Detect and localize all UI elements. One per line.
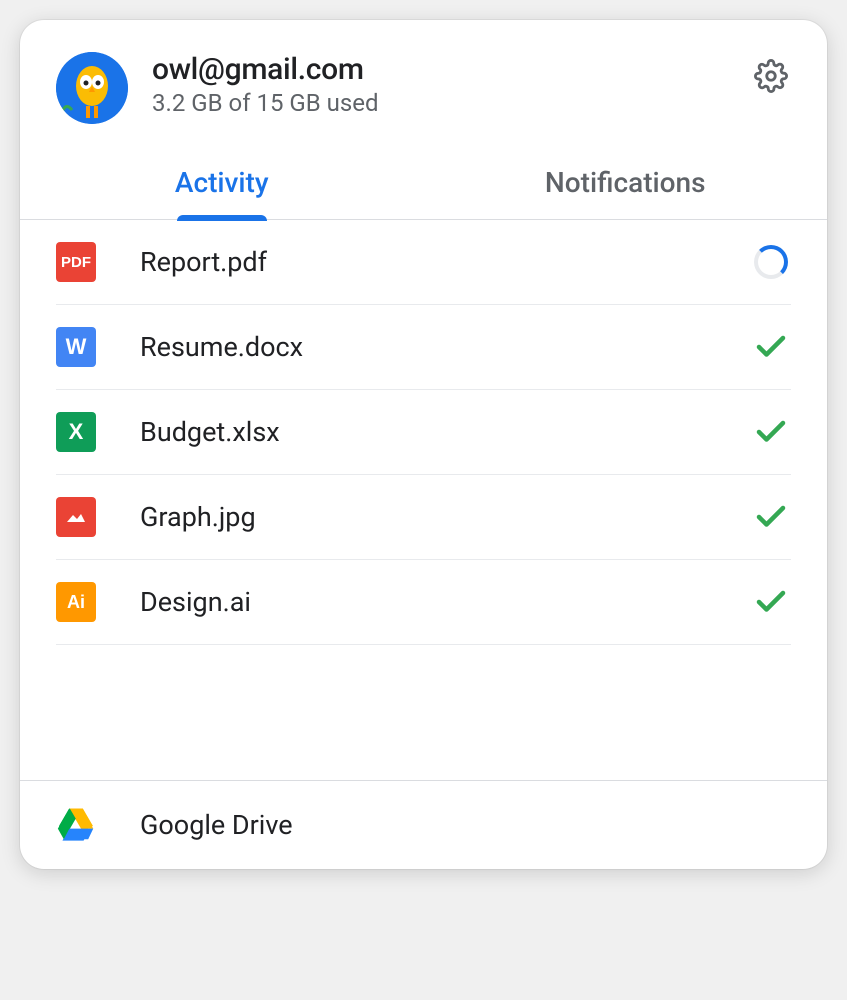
excel-icon: X <box>56 412 96 452</box>
status-done <box>751 327 791 367</box>
pdf-icon: PDF <box>56 242 96 282</box>
tab-activity[interactable]: Activity <box>20 148 424 219</box>
gear-icon <box>754 59 788 93</box>
file-name: Design.ai <box>140 586 751 618</box>
file-row[interactable]: PDF Report.pdf <box>56 220 791 305</box>
check-icon <box>753 584 789 620</box>
status-loading <box>751 242 791 282</box>
file-row[interactable]: Graph.jpg <box>56 475 791 560</box>
illustrator-icon: Ai <box>56 582 96 622</box>
footer[interactable]: Google Drive <box>20 780 827 869</box>
file-row[interactable]: Ai Design.ai <box>56 560 791 645</box>
image-icon <box>56 497 96 537</box>
storage-usage: 3.2 GB of 15 GB used <box>152 89 751 117</box>
check-icon <box>753 414 789 450</box>
avatar[interactable] <box>56 52 128 124</box>
account-email: owl@gmail.com <box>152 52 751 87</box>
file-name: Budget.xlsx <box>140 416 751 448</box>
file-row[interactable]: W Resume.docx <box>56 305 791 390</box>
account-header: owl@gmail.com 3.2 GB of 15 GB used <box>20 20 827 148</box>
check-icon <box>753 499 789 535</box>
file-list: PDF Report.pdf W Resume.docx X Budget.xl… <box>20 220 827 780</box>
file-name: Graph.jpg <box>140 501 751 533</box>
word-icon: W <box>56 327 96 367</box>
spinner-icon <box>754 245 788 279</box>
status-done <box>751 497 791 537</box>
footer-label: Google Drive <box>140 809 293 841</box>
drive-widget-card: owl@gmail.com 3.2 GB of 15 GB used Activ… <box>20 20 827 869</box>
status-done <box>751 412 791 452</box>
tab-notifications[interactable]: Notifications <box>424 148 828 219</box>
settings-button[interactable] <box>751 56 791 96</box>
file-name: Resume.docx <box>140 331 751 363</box>
drive-icon <box>56 807 96 843</box>
account-info: owl@gmail.com 3.2 GB of 15 GB used <box>152 52 751 117</box>
tabs: Activity Notifications <box>20 148 827 220</box>
file-name: Report.pdf <box>140 246 751 278</box>
status-done <box>751 582 791 622</box>
file-row[interactable]: X Budget.xlsx <box>56 390 791 475</box>
check-icon <box>753 329 789 365</box>
